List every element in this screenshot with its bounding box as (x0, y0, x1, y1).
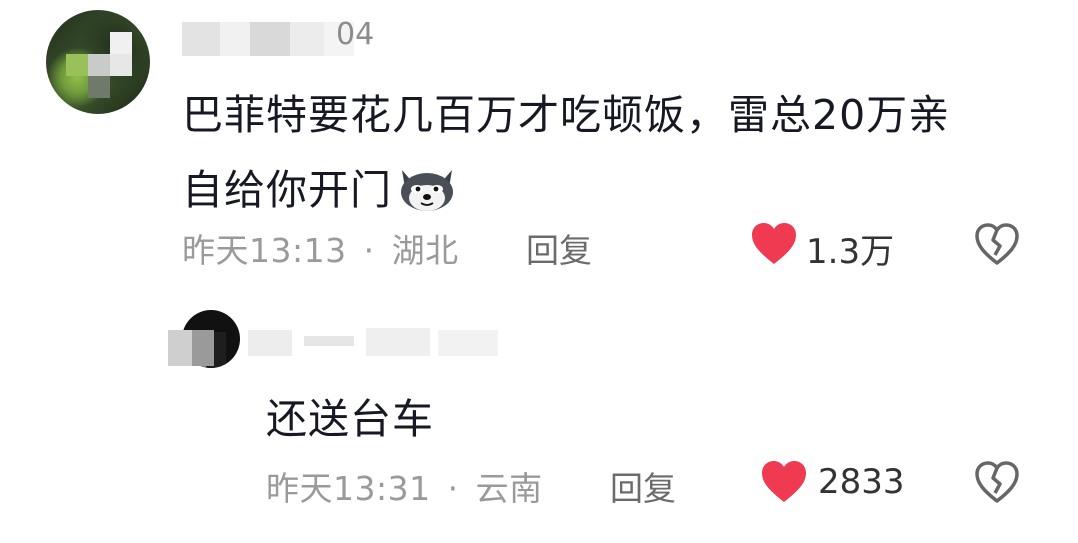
reply-button[interactable]: 回复 (526, 224, 592, 272)
husky-dog-emoji-icon (401, 170, 453, 211)
meta-separator: · (447, 469, 459, 508)
heart-icon[interactable] (760, 460, 808, 504)
comment-meta: 昨天13:13 · 湖北 (182, 224, 459, 272)
comment-time: 昨天13:13 (182, 231, 347, 270)
reply-time: 昨天13:31 (266, 469, 431, 508)
meta-separator: · (363, 231, 375, 270)
broken-heart-icon[interactable] (974, 222, 1020, 266)
broken-heart-icon[interactable] (974, 460, 1020, 504)
comment-text-line1: 巴菲特要花几百万才吃顿饭，雷总20万亲 (182, 91, 951, 139)
username-tail: 04 (336, 17, 375, 52)
comment-text-line2: 自给你开门 (182, 166, 392, 214)
reply-reply-button[interactable]: 回复 (610, 462, 676, 510)
comment-text: 巴菲特要花几百万才吃顿饭，雷总20万亲 自给你开门 (182, 78, 1042, 228)
like-count: 1.3万 (806, 232, 895, 272)
reply-meta: 昨天13:31 · 云南 (266, 462, 543, 510)
heart-icon[interactable] (750, 222, 798, 266)
commenter-avatar[interactable] (46, 10, 150, 114)
reply-username-blurred[interactable] (248, 326, 508, 360)
reply-like-count: 2833 (818, 462, 905, 502)
reply-location: 云南 (475, 469, 543, 508)
username-blurred-part (168, 330, 214, 366)
comment-location: 湖北 (391, 231, 459, 270)
reply-text: 还送台车 (266, 395, 434, 443)
